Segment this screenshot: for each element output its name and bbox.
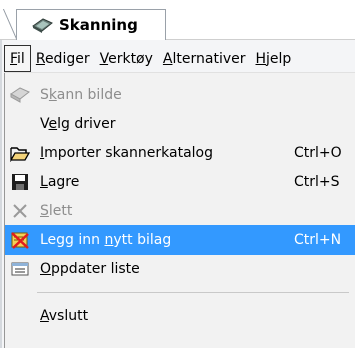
menu-hjelp[interactable]: Hjelp [251, 45, 297, 72]
menu-item-oppdater-liste[interactable]: Oppdater liste [5, 254, 355, 284]
menu-item-label: Skann bilde [40, 87, 122, 103]
menu-alternativer-label: Alternativer [162, 50, 246, 67]
menu-item-label: Oppdater liste [40, 261, 140, 277]
menu-item-shortcut: Ctrl+S [294, 174, 340, 190]
menu-item-lagre[interactable]: Lagre Ctrl+S [5, 167, 355, 197]
menubar: Fil Rediger Verktøy Alternativer Hjelp [4, 45, 355, 73]
menu-item-label: Slett [40, 203, 73, 219]
menu-separator [37, 292, 349, 293]
menu-rediger[interactable]: Rediger [31, 45, 95, 72]
menu-item-shortcut: Ctrl+O [294, 145, 342, 161]
menu-item-legg-inn-nytt-bilag[interactable]: Legg inn nytt bilag Ctrl+N [5, 225, 355, 255]
fil-menu-dropdown: Skann bilde Velg driver Importer skanner… [4, 73, 355, 348]
menu-hjelp-label: Hjelp [255, 50, 292, 67]
menu-item-importer-skannerkatalog[interactable]: Importer skannerkatalog Ctrl+O [5, 138, 355, 168]
refresh-list-icon [10, 260, 30, 278]
menu-item-label: Avslutt [40, 308, 89, 324]
menu-item-shortcut: Ctrl+N [294, 232, 342, 248]
menu-rediger-label: Rediger [35, 50, 90, 67]
delete-x-icon [10, 202, 30, 220]
menu-verktoy-label: Verktøy [99, 50, 153, 67]
menu-verktoy[interactable]: Verktøy [95, 45, 158, 72]
menu-item-slett[interactable]: Slett [5, 196, 355, 226]
menu-fil[interactable]: Fil [4, 45, 31, 72]
scanner-icon [31, 16, 53, 34]
scan-image-icon [10, 86, 30, 104]
new-voucher-icon [10, 231, 30, 249]
tab-skanning[interactable]: Skanning [3, 9, 166, 41]
menu-fil-label: Fil [10, 50, 25, 67]
tab-strip: Skanning [0, 0, 355, 41]
tab-label: Skanning [59, 16, 138, 34]
open-folder-icon [10, 144, 30, 162]
menu-item-label: Importer skannerkatalog [40, 145, 213, 161]
menu-alternativer[interactable]: Alternativer [158, 45, 251, 72]
menu-item-skann-bilde[interactable]: Skann bilde [5, 80, 355, 110]
menu-item-label: Legg inn nytt bilag [40, 232, 172, 248]
save-icon [10, 173, 30, 191]
menu-item-velg-driver[interactable]: Velg driver [5, 109, 355, 139]
menu-item-avslutt[interactable]: Avslutt [5, 301, 355, 331]
menu-item-label: Lagre [40, 174, 80, 190]
menu-item-label: Velg driver [40, 116, 116, 132]
